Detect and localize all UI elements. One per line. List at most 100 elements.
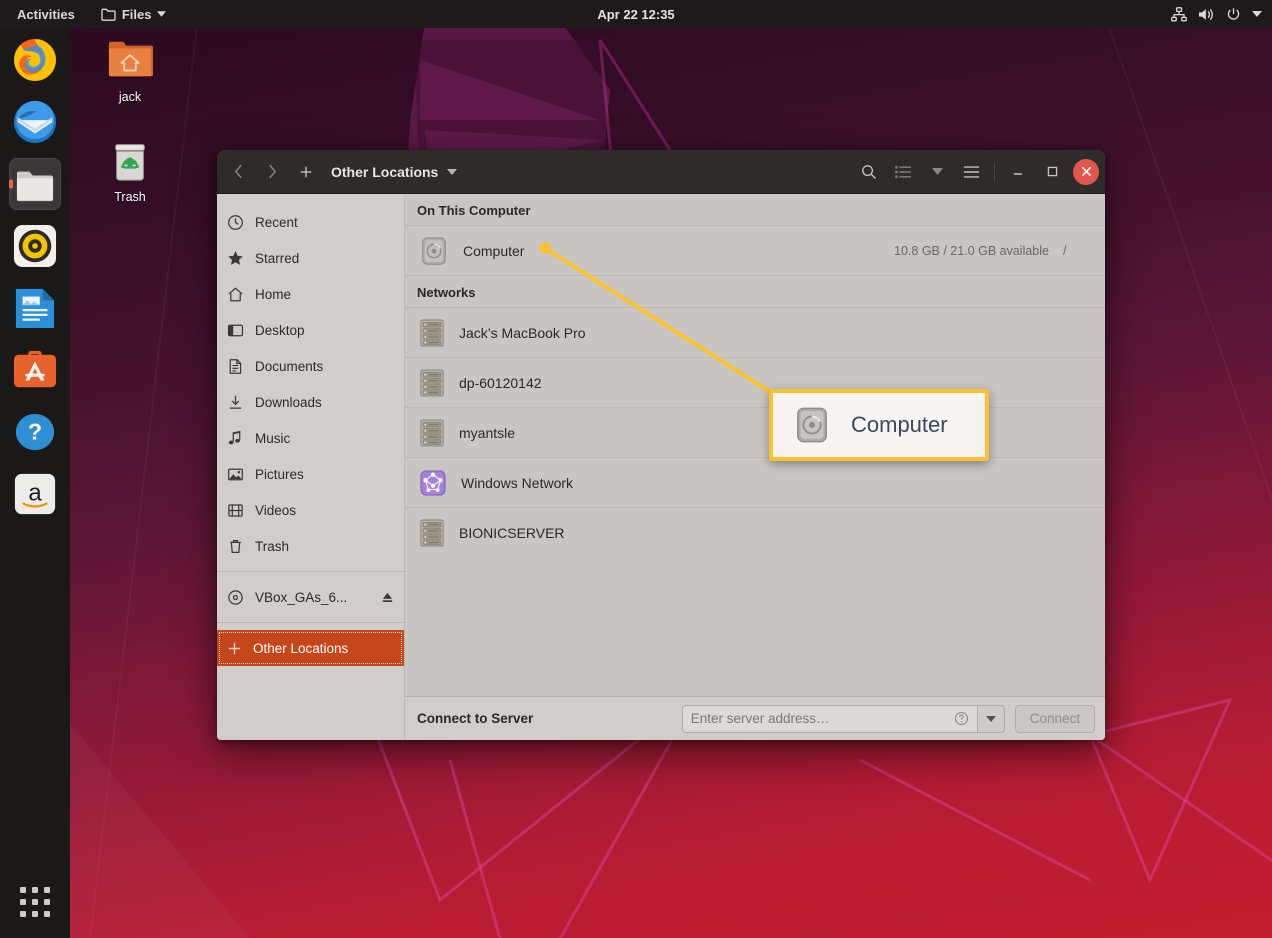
connect-controls: Enter server address… Connect [681, 704, 1095, 733]
plus-icon [299, 165, 313, 179]
location-row-myantsle[interactable]: myantsle [405, 408, 1105, 458]
close-icon [1081, 166, 1092, 177]
top-bar: Activities Files Apr 22 12:35 [0, 0, 1272, 28]
sidebar-item-starred[interactable]: Starred [217, 240, 404, 276]
window-body: Recent Starred Home Desktop Documents Do… [217, 194, 1105, 740]
activities-button[interactable]: Activities [12, 5, 80, 24]
dock-item-rhythmbox[interactable] [9, 220, 61, 272]
home-folder-icon [108, 41, 153, 77]
dock-item-help[interactable]: ? [9, 406, 61, 458]
app-menu-button[interactable]: Files [96, 5, 172, 24]
activities-label: Activities [17, 6, 75, 22]
dock: ? a [0, 28, 70, 938]
server-address-dropdown[interactable] [977, 704, 1005, 733]
maximize-button[interactable] [1035, 157, 1069, 187]
power-icon[interactable] [1226, 7, 1241, 22]
clock-button[interactable]: Apr 22 12:35 [597, 0, 674, 28]
location-name: Computer [463, 242, 525, 259]
running-indicator-dot [9, 179, 13, 189]
close-button[interactable] [1073, 158, 1099, 185]
view-options-dropdown[interactable] [920, 157, 954, 187]
connect-button[interactable]: Connect [1014, 704, 1095, 733]
add-location-button[interactable] [289, 157, 323, 187]
dock-item-ubuntu-software[interactable] [9, 344, 61, 396]
sidebar-divider [217, 571, 404, 572]
drive-icon [793, 406, 831, 444]
download-icon [227, 394, 244, 411]
location-row-bionicserver[interactable]: BIONICSERVER [405, 508, 1105, 558]
clock-icon [227, 214, 244, 231]
folder-icon [101, 8, 116, 21]
search-button[interactable] [852, 157, 886, 187]
grid-dot [32, 911, 38, 917]
grid-dot [20, 887, 26, 893]
chevron-down-icon [931, 168, 943, 175]
sidebar-item-label: Trash [255, 538, 290, 554]
location-row-dp-60120142[interactable]: dp-60120142 [405, 358, 1105, 408]
chevron-down-icon[interactable] [1252, 11, 1262, 17]
ubuntu-software-icon [13, 350, 57, 388]
desktop-icon-home-folder[interactable]: jack [85, 36, 175, 104]
path-bar-button[interactable]: Other Locations [325, 160, 463, 184]
sidebar-item-home[interactable]: Home [217, 276, 404, 312]
sidebar-item-trash[interactable]: Trash [217, 528, 404, 564]
network-icon[interactable] [1171, 6, 1187, 22]
forward-button[interactable] [255, 157, 289, 187]
sidebar-item-desktop[interactable]: Desktop [217, 312, 404, 348]
volume-icon[interactable] [1198, 7, 1215, 22]
dock-item-firefox[interactable] [9, 34, 61, 86]
back-button[interactable] [221, 157, 255, 187]
sidebar-item-label: Desktop [255, 322, 305, 338]
dock-item-amazon[interactable]: a [9, 468, 61, 520]
group-header-on-this-computer: On This Computer [405, 194, 1105, 226]
list-view-icon [895, 165, 911, 179]
location-mount-point: / [1063, 243, 1067, 258]
location-row-windows-network[interactable]: Windows Network [405, 458, 1105, 508]
minimize-button[interactable] [1001, 157, 1035, 187]
location-row-computer[interactable]: Computer 10.8 GB / 21.0 GB available / [405, 226, 1105, 276]
main-menu-button[interactable] [954, 157, 988, 187]
location-row-jacks-macbook-pro[interactable]: Jack’s MacBook Pro [405, 308, 1105, 358]
sidebar-item-videos[interactable]: Videos [217, 492, 404, 528]
window-header-bar: Other Locations [217, 150, 1105, 194]
sidebar-item-label: Downloads [255, 394, 322, 410]
minimize-icon [1011, 166, 1025, 178]
show-applications-button[interactable] [9, 876, 61, 928]
chevron-left-icon [234, 164, 243, 179]
location-name: Windows Network [461, 474, 574, 491]
sidebar-item-downloads[interactable]: Downloads [217, 384, 404, 420]
chevron-down-icon [985, 715, 996, 722]
callout-label: Computer [851, 412, 948, 437]
desktop-icon-label: Trash [114, 190, 146, 204]
view-mode-button[interactable] [886, 157, 920, 187]
home-icon [227, 286, 244, 303]
chevron-down-icon [157, 11, 167, 17]
sidebar-item-pictures[interactable]: Pictures [217, 456, 404, 492]
hamburger-menu-icon [963, 165, 980, 179]
grid-dot [32, 899, 38, 905]
server-address-input[interactable]: Enter server address… [681, 704, 978, 733]
rhythmbox-icon [13, 224, 57, 268]
server-icon [419, 418, 445, 447]
sidebar-item-documents[interactable]: Documents [217, 348, 404, 384]
sidebar-item-music[interactable]: Music [217, 420, 404, 456]
sidebar-item-other-locations[interactable]: Other Locations [217, 630, 404, 666]
dock-item-libreoffice-writer[interactable] [9, 282, 61, 334]
sidebar-item-recent[interactable]: Recent [217, 204, 404, 240]
sidebar-divider [217, 622, 404, 623]
location-name: Jack’s MacBook Pro [459, 324, 586, 341]
drive-icon [419, 236, 449, 266]
eject-icon[interactable] [381, 591, 394, 604]
connect-to-server-label: Connect to Server [417, 711, 534, 726]
system-indicators[interactable] [1171, 0, 1262, 28]
libreoffice-writer-icon [15, 288, 55, 329]
dock-item-thunderbird[interactable] [9, 96, 61, 148]
dock-item-files[interactable] [9, 158, 61, 210]
app-menu-label: Files [121, 6, 152, 22]
sidebar-item-vbox-guest-additions[interactable]: VBox_GAs_6... [217, 579, 404, 615]
desktop-icon-trash[interactable]: Trash [85, 136, 175, 204]
help-circle-icon[interactable] [954, 711, 969, 726]
location-name: BIONICSERVER [459, 525, 565, 541]
sidebar-item-label: Recent [255, 214, 298, 230]
locations-list: On This Computer Computer 10.8 GB / 21.0… [405, 194, 1105, 696]
